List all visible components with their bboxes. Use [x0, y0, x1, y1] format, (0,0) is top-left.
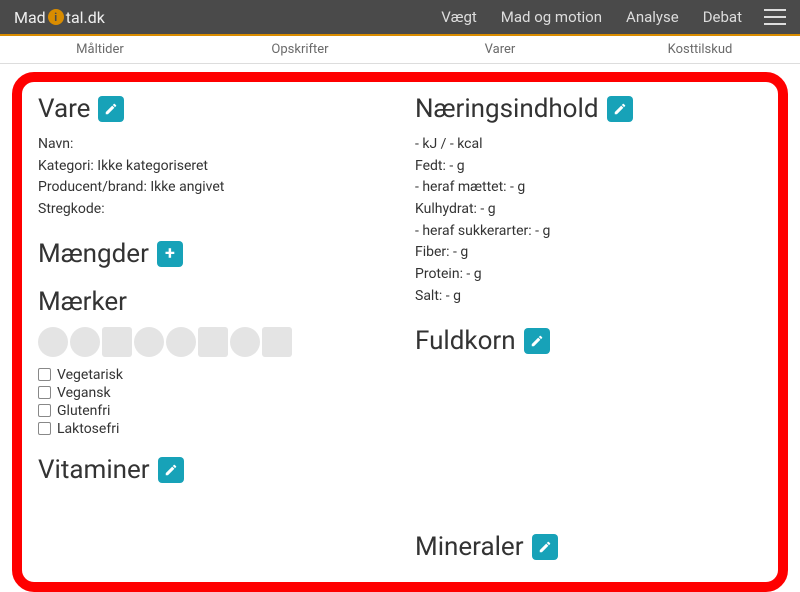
subtabs: Måltider Opskrifter Varer Kosttilskud	[0, 36, 800, 64]
mark-icon[interactable]	[230, 327, 260, 357]
topbar: Mad i tal.dk Vægt Mad og motion Analyse …	[0, 0, 800, 36]
check-vegetarisk[interactable]: Vegetarisk	[38, 367, 385, 383]
mark-icon[interactable]	[166, 327, 196, 357]
mark-icon[interactable]	[102, 327, 132, 357]
maengder-title: Mængder	[38, 239, 149, 269]
check-label: Glutenfri	[57, 403, 110, 419]
naering-edit-button[interactable]	[607, 96, 633, 122]
mark-icon[interactable]	[38, 327, 68, 357]
naering-details: - kJ / - kcal Fedt: - g - heraf mættet: …	[415, 134, 762, 308]
check-label: Laktosefri	[57, 421, 119, 437]
naering-title: Næringsindhold	[415, 94, 599, 124]
maengder-add-button[interactable]: +	[157, 241, 183, 267]
tab-opskrifter[interactable]: Opskrifter	[200, 36, 400, 63]
brand-logo[interactable]: Mad i tal.dk	[14, 8, 105, 27]
vitaminer-title: Vitaminer	[38, 455, 150, 485]
naering-fat: Fedt: - g	[415, 156, 762, 178]
mark-icons-row	[38, 327, 385, 357]
mark-icon[interactable]	[262, 327, 292, 357]
mineraler-heading: Mineraler	[415, 532, 762, 562]
vare-title: Vare	[38, 94, 90, 124]
tab-kosttilskud[interactable]: Kosttilskud	[600, 36, 800, 63]
pencil-icon	[613, 102, 627, 116]
tab-maaltider[interactable]: Måltider	[0, 36, 200, 63]
pencil-icon	[538, 540, 552, 554]
vitaminer-heading: Vitaminer	[38, 455, 385, 485]
right-column: Næringsindhold - kJ / - kcal Fedt: - g -…	[415, 88, 762, 572]
naering-energy: - kJ / - kcal	[415, 134, 762, 156]
left-column: Vare Navn: Kategori: Ikke kategoriseret …	[38, 88, 385, 572]
mark-icon[interactable]	[198, 327, 228, 357]
content: Vare Navn: Kategori: Ikke kategoriseret …	[0, 64, 800, 582]
maerker-title: Mærker	[38, 287, 127, 317]
checkbox-glutenfri[interactable]	[38, 404, 51, 417]
mineraler-title: Mineraler	[415, 532, 524, 562]
info-icon: i	[48, 9, 64, 25]
maengder-heading: Mængder +	[38, 239, 385, 269]
checkbox-laktosefri[interactable]	[38, 422, 51, 435]
vare-producent: Producent/brand: Ikke angivet	[38, 177, 385, 199]
check-label: Vegansk	[57, 385, 111, 401]
naering-salt: Salt: - g	[415, 286, 762, 308]
fuldkorn-edit-button[interactable]	[524, 328, 550, 354]
naering-sugar: - heraf sukkerarter: - g	[415, 221, 762, 243]
fuldkorn-title: Fuldkorn	[415, 326, 516, 356]
nav-mad-og-motion[interactable]: Mad og motion	[489, 8, 614, 26]
check-vegansk[interactable]: Vegansk	[38, 385, 385, 401]
vare-details: Navn: Kategori: Ikke kategoriseret Produ…	[38, 134, 385, 221]
check-label: Vegetarisk	[57, 367, 123, 383]
hamburger-menu-icon[interactable]	[764, 9, 786, 25]
check-laktosefri[interactable]: Laktosefri	[38, 421, 385, 437]
check-glutenfri[interactable]: Glutenfri	[38, 403, 385, 419]
vare-kategori: Kategori: Ikke kategoriseret	[38, 156, 385, 178]
vare-navn: Navn:	[38, 134, 385, 156]
vare-edit-button[interactable]	[98, 96, 124, 122]
vitaminer-edit-button[interactable]	[158, 457, 184, 483]
mark-icon[interactable]	[134, 327, 164, 357]
nav-analyse[interactable]: Analyse	[614, 8, 691, 26]
checkbox-vegansk[interactable]	[38, 386, 51, 399]
vare-heading: Vare	[38, 94, 385, 124]
vare-stregkode: Stregkode:	[38, 199, 385, 221]
naering-heading: Næringsindhold	[415, 94, 762, 124]
naering-carb: Kulhydrat: - g	[415, 199, 762, 221]
naering-sat: - heraf mættet: - g	[415, 177, 762, 199]
naering-protein: Protein: - g	[415, 264, 762, 286]
top-nav: Vægt Mad og motion Analyse Debat	[429, 8, 786, 26]
fuldkorn-heading: Fuldkorn	[415, 326, 762, 356]
mark-icon[interactable]	[70, 327, 100, 357]
nav-debat[interactable]: Debat	[691, 8, 754, 26]
pencil-icon	[104, 102, 118, 116]
brand-post: tal.dk	[66, 8, 105, 27]
mineraler-edit-button[interactable]	[532, 534, 558, 560]
tab-varer[interactable]: Varer	[400, 36, 600, 63]
nav-vaegt[interactable]: Vægt	[429, 8, 489, 26]
pencil-icon	[164, 463, 178, 477]
maerker-checklist: Vegetarisk Vegansk Glutenfri Laktosefri	[38, 367, 385, 437]
pencil-icon	[530, 334, 544, 348]
brand-pre: Mad	[14, 8, 46, 27]
checkbox-vegetarisk[interactable]	[38, 368, 51, 381]
naering-fiber: Fiber: - g	[415, 242, 762, 264]
maerker-heading: Mærker	[38, 287, 385, 317]
